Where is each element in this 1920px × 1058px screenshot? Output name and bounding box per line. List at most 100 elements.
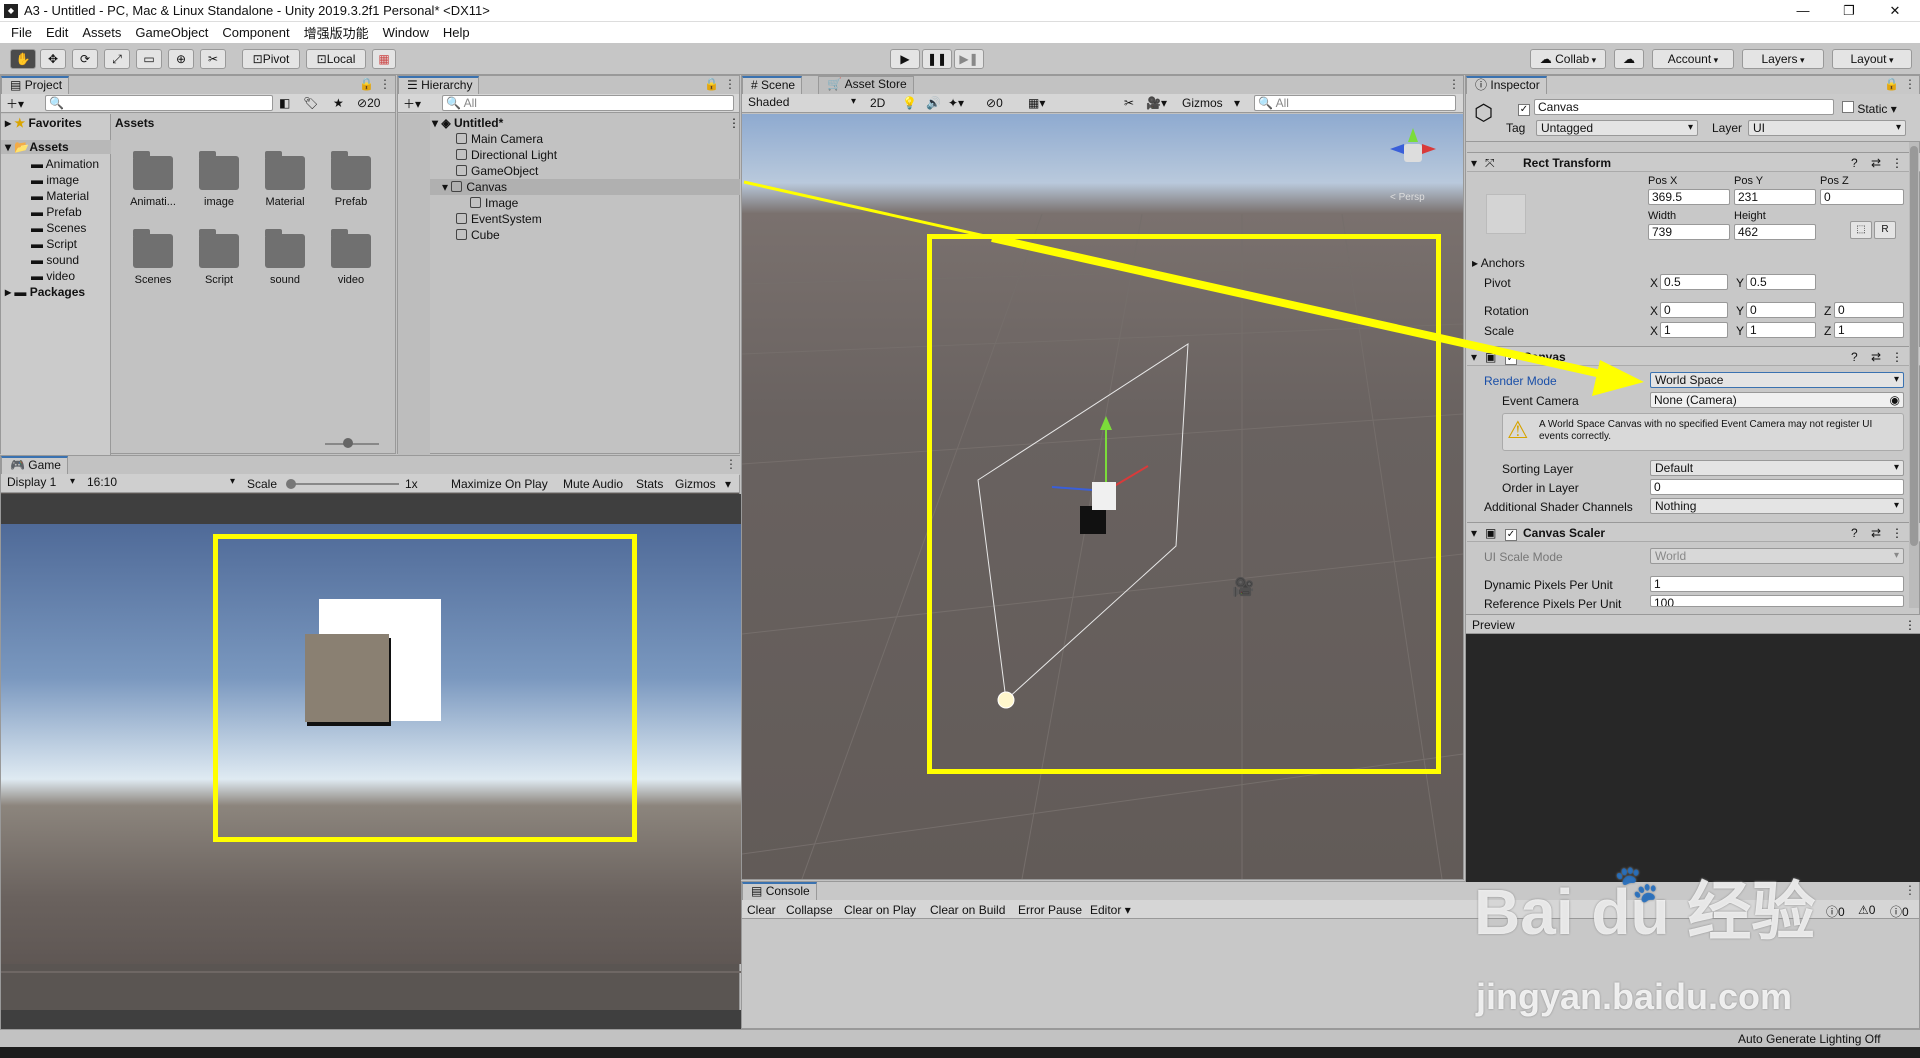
- canvas-component-header[interactable]: ▾ ▣ ✓ Canvas ? ⇄ ⋮: [1467, 346, 1920, 366]
- tree-item[interactable]: ▬ Prefab: [31, 205, 82, 219]
- effects-toggle-icon[interactable]: ✦▾: [948, 96, 964, 110]
- console-clear-on-play-toggle[interactable]: Clear on Play: [844, 903, 916, 917]
- panel-menu-icon[interactable]: ⋮: [725, 457, 737, 471]
- panel-menu-icon[interactable]: ⋮: [1904, 77, 1916, 91]
- object-picker-icon[interactable]: ◉: [1890, 393, 1900, 407]
- width-field[interactable]: 739: [1648, 224, 1730, 240]
- anchor-preset-icon[interactable]: [1486, 194, 1526, 234]
- event-camera-field[interactable]: None (Camera) ◉: [1650, 392, 1904, 408]
- menu-enhanced[interactable]: 增强版功能: [297, 23, 376, 42]
- scene-gizmos-dropdown[interactable]: Gizmos: [1182, 96, 1223, 110]
- shader-channels-dropdown[interactable]: Nothing: [1650, 498, 1904, 514]
- lock-icon[interactable]: 🔒: [359, 77, 374, 91]
- favorite-star-icon[interactable]: ★: [333, 96, 344, 110]
- canvas-scaler-header[interactable]: ▾ ▣ ✓ Canvas Scaler ? ⇄ ⋮: [1467, 522, 1920, 542]
- camera-settings-icon[interactable]: 🎥▾: [1146, 96, 1167, 110]
- menu-edit[interactable]: Edit: [39, 25, 75, 40]
- scene-search-input[interactable]: 🔍 All: [1254, 95, 1456, 111]
- pivot-x-field[interactable]: 0.5: [1660, 274, 1728, 290]
- rotation-y-field[interactable]: 0: [1746, 302, 1816, 318]
- hidden-packages-count[interactable]: ⊘20: [357, 96, 380, 110]
- reference-pixels-field[interactable]: 100: [1650, 595, 1904, 607]
- cloud-button[interactable]: ☁: [1614, 49, 1644, 69]
- help-icon[interactable]: ?: [1851, 350, 1858, 364]
- console-error-count[interactable]: ⓘ0: [1890, 903, 1909, 920]
- aspect-dropdown[interactable]: 16:10: [83, 475, 239, 491]
- static-checkbox[interactable]: Static ▾: [1842, 101, 1897, 116]
- scale-z-field[interactable]: 1: [1834, 322, 1904, 338]
- folder-item[interactable]: Prefab: [323, 151, 379, 208]
- pause-button[interactable]: ❚❚: [922, 49, 952, 69]
- view-orientation-gizmo[interactable]: [1378, 122, 1448, 192]
- dynamic-pixels-field[interactable]: 1: [1650, 576, 1904, 592]
- object-name-input[interactable]: Canvas: [1534, 99, 1834, 115]
- project-search-input[interactable]: 🔍: [45, 95, 273, 111]
- folder-item[interactable]: video: [323, 229, 379, 286]
- tools-icon[interactable]: ✂: [1124, 96, 1134, 110]
- tab-scene[interactable]: # Scene: [742, 76, 803, 94]
- minimize-button[interactable]: —: [1780, 0, 1826, 22]
- tree-item[interactable]: ▬ Material: [31, 189, 89, 203]
- grid-snap-button[interactable]: ▦: [372, 49, 396, 69]
- console-info-count[interactable]: ⓘ0: [1826, 903, 1845, 920]
- hierarchy-item[interactable]: Main Camera: [456, 132, 543, 146]
- play-button[interactable]: ▶: [890, 49, 920, 69]
- folder-item[interactable]: image: [191, 151, 247, 208]
- tab-inspector[interactable]: ⓘ Inspector: [1466, 76, 1547, 94]
- scale-tool-button[interactable]: ⤢: [104, 49, 130, 69]
- move-tool-button[interactable]: ✥: [40, 49, 66, 69]
- tab-console[interactable]: ▤ Console: [742, 882, 817, 900]
- scale-slider-handle[interactable]: [286, 479, 296, 489]
- shading-mode-dropdown[interactable]: Shaded: [744, 95, 860, 111]
- scene-root[interactable]: ▾ ◈ Untitled*: [432, 116, 503, 130]
- tree-item[interactable]: ▬ Script: [31, 237, 77, 251]
- hierarchy-item[interactable]: Directional Light: [456, 148, 557, 162]
- hierarchy-item-canvas[interactable]: ▾ Canvas: [442, 180, 507, 194]
- filter-label-icon[interactable]: 🏷: [303, 96, 318, 110]
- console-warning-count[interactable]: ⚠0: [1858, 903, 1875, 917]
- hierarchy-item[interactable]: GameObject: [456, 164, 538, 178]
- maximize-button[interactable]: ❐: [1826, 0, 1872, 22]
- icon-size-slider-handle[interactable]: [343, 438, 353, 448]
- tree-favorites[interactable]: ▸ ★ Favorites: [5, 116, 82, 130]
- pivot-toggle[interactable]: ⊡Pivot: [242, 49, 300, 69]
- scale-y-field[interactable]: 1: [1746, 322, 1816, 338]
- presets-icon[interactable]: ⇄: [1871, 526, 1881, 540]
- panel-menu-icon[interactable]: ⋮: [1448, 77, 1460, 91]
- rotation-z-field[interactable]: 0: [1834, 302, 1904, 318]
- panel-menu-icon[interactable]: ⋮: [724, 77, 736, 91]
- mute-audio-toggle[interactable]: Mute Audio: [563, 477, 623, 491]
- layers-dropdown[interactable]: Layers: [1742, 49, 1824, 69]
- console-error-pause-toggle[interactable]: Error Pause: [1018, 903, 1082, 917]
- tab-project[interactable]: ▤ Project: [1, 76, 70, 94]
- scale-slider[interactable]: [289, 483, 399, 485]
- filter-type-icon[interactable]: ◧: [279, 96, 290, 110]
- 2d-toggle[interactable]: 2D: [870, 96, 885, 110]
- console-editor-dropdown[interactable]: Editor ▾: [1090, 903, 1131, 917]
- tree-item[interactable]: ▬ video: [31, 269, 75, 283]
- tree-assets[interactable]: ▾ 📂Assets: [1, 140, 111, 154]
- menu-assets[interactable]: Assets: [75, 25, 128, 40]
- console-collapse-toggle[interactable]: Collapse: [786, 903, 833, 917]
- preview-header[interactable]: Preview ⋮: [1466, 614, 1920, 634]
- step-button[interactable]: ▶❚: [954, 49, 984, 69]
- menu-component[interactable]: Component: [215, 25, 296, 40]
- layout-dropdown[interactable]: Layout: [1832, 49, 1912, 69]
- lighting-toggle-icon[interactable]: 💡: [902, 96, 917, 110]
- presets-icon[interactable]: ⇄: [1871, 156, 1881, 170]
- component-menu-icon[interactable]: ⋮: [1891, 156, 1903, 170]
- component-menu-icon[interactable]: ⋮: [1891, 350, 1903, 364]
- preview-menu-icon[interactable]: ⋮: [1904, 618, 1916, 632]
- help-icon[interactable]: ?: [1851, 156, 1858, 170]
- console-clear-button[interactable]: Clear: [747, 903, 776, 917]
- height-field[interactable]: 462: [1734, 224, 1816, 240]
- inspector-scrollbar[interactable]: [1909, 142, 1919, 608]
- panel-menu-icon[interactable]: ⋮: [379, 77, 391, 91]
- canvas-enabled-checkbox[interactable]: ✓: [1505, 350, 1517, 365]
- help-icon[interactable]: ?: [1851, 526, 1858, 540]
- tree-item[interactable]: ▬ image: [31, 173, 79, 187]
- render-mode-dropdown[interactable]: World Space: [1650, 372, 1904, 388]
- pos-z-field[interactable]: 0: [1820, 189, 1904, 205]
- transform-tool-button[interactable]: ⊕: [168, 49, 194, 69]
- tab-game[interactable]: 🎮 Game: [1, 456, 68, 474]
